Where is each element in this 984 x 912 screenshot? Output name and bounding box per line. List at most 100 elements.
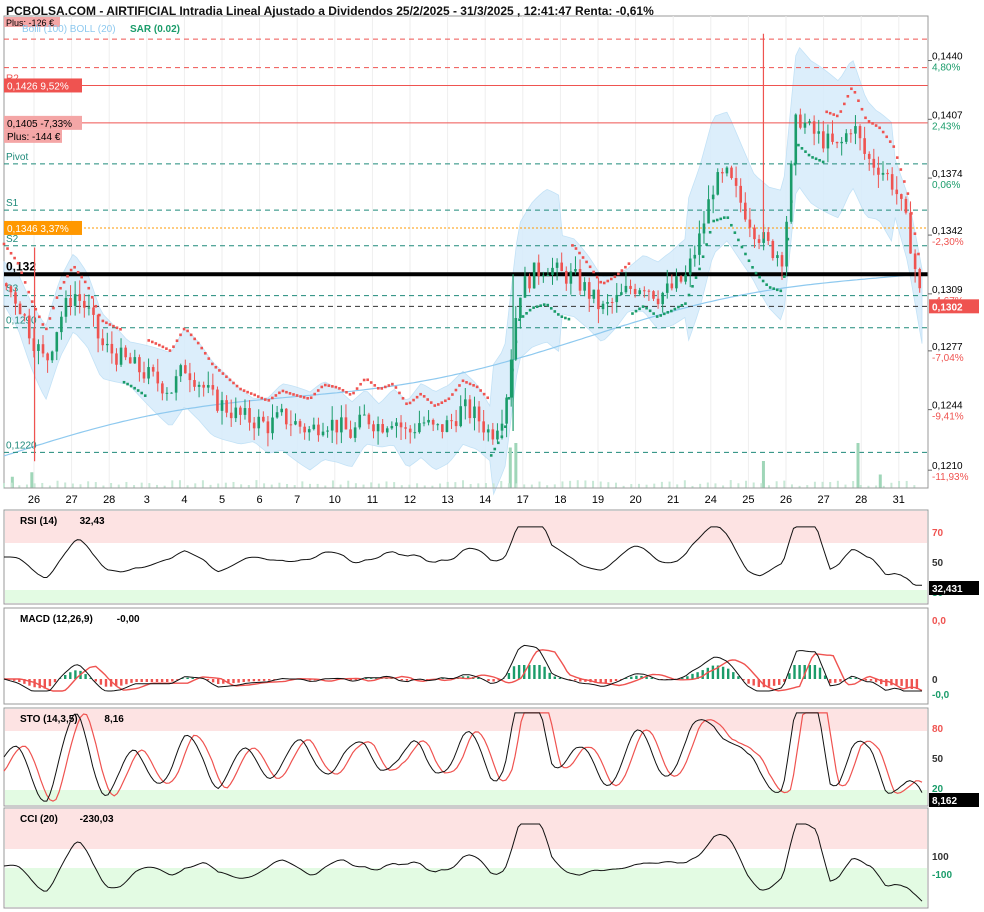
sar-dot — [620, 269, 624, 272]
volume-bar — [592, 480, 595, 488]
cci-level-label: 100 — [932, 852, 949, 863]
price-tick-label: 0,1407 — [932, 110, 963, 121]
sar-dot — [553, 310, 557, 313]
macd-histogram-bar — [818, 667, 822, 679]
sar-dot — [588, 265, 592, 269]
sar-dot — [772, 287, 776, 291]
sar-dot — [744, 252, 747, 256]
macd-histogram-bar — [171, 679, 174, 682]
volume-bar — [584, 480, 587, 488]
sar-dot — [203, 351, 207, 355]
macd-histogram-bar — [64, 675, 67, 679]
level-label-Pivot: Pivot — [6, 152, 28, 163]
candle-body — [519, 297, 522, 319]
volume-bar — [836, 480, 839, 488]
candle-body — [803, 122, 807, 128]
candle-body — [197, 384, 201, 387]
candle-body — [844, 133, 848, 142]
macd-histogram-bar — [125, 679, 128, 685]
candle-body — [312, 424, 316, 430]
sar-dot — [659, 314, 663, 317]
sar-dot — [715, 218, 719, 222]
candle-body — [73, 294, 77, 306]
sar-dot — [129, 384, 133, 388]
candle-body — [551, 267, 554, 276]
volume-bar — [217, 483, 220, 488]
sar-dot — [172, 345, 175, 349]
sar-dot — [687, 293, 691, 297]
sar-dot — [475, 385, 479, 389]
volume-bar — [507, 483, 510, 488]
volume-bar — [125, 481, 128, 488]
macd-histogram-bar — [732, 672, 735, 679]
macd-histogram-bar — [538, 665, 541, 679]
sar-dot — [218, 369, 221, 372]
chart-title: PCBOLSA.COM - AIRTIFICIAL Intradia Linea… — [6, 4, 654, 18]
sar-dot — [719, 217, 723, 221]
candle-body — [275, 412, 279, 418]
volume-bar — [240, 484, 243, 488]
volume-bar — [615, 482, 617, 488]
candle-body — [266, 421, 270, 434]
sto-oversold-zone — [5, 790, 927, 805]
sar-dot — [87, 286, 91, 290]
sar-dot — [426, 398, 429, 401]
candle-body — [151, 367, 155, 372]
sar-dot — [207, 357, 211, 360]
x-tick-label: 26 — [28, 494, 40, 506]
sar-dot — [549, 307, 553, 310]
candle-body — [477, 406, 481, 422]
candle-body — [753, 227, 756, 240]
candle-body — [904, 198, 908, 213]
candle-body — [284, 408, 288, 425]
sar-dot — [465, 381, 468, 384]
price-tick-label: 0,1342 — [932, 226, 963, 237]
volume-bar — [760, 483, 763, 488]
sar-dot — [751, 266, 754, 269]
candle-body — [766, 232, 770, 241]
volume-bar — [3, 483, 5, 488]
candle-body — [193, 380, 196, 387]
macd-histogram-bar — [553, 676, 556, 679]
candle-body — [913, 253, 917, 270]
candle-body — [670, 283, 674, 289]
sar-dot — [758, 275, 761, 279]
sar-dot — [458, 384, 461, 387]
sar-dot — [274, 394, 278, 397]
volume-bar — [821, 481, 824, 488]
sar-dot — [376, 386, 380, 390]
volume-bar — [25, 484, 28, 488]
sar-dot — [708, 230, 712, 234]
sar-dot — [783, 275, 786, 278]
sar-dot — [761, 279, 765, 283]
macd-histogram-bar — [150, 679, 154, 682]
sar-dot — [387, 384, 391, 387]
sar-dot — [433, 404, 437, 407]
macd-histogram-bar — [53, 679, 57, 683]
price-tick-label: 0,1374 — [932, 169, 963, 180]
sar-dot — [747, 259, 751, 263]
volume-bar — [844, 484, 847, 488]
candle-body — [156, 371, 160, 384]
sar-dot — [405, 402, 408, 406]
candle-body — [867, 153, 871, 159]
rsi-current-text: 32,431 — [932, 584, 963, 595]
sar-dot — [115, 326, 119, 330]
sar-dot — [246, 390, 249, 394]
sar-dot — [34, 307, 38, 311]
candle-body — [675, 276, 678, 289]
sar-dot — [581, 256, 585, 259]
sar-dot — [221, 372, 225, 375]
candle-body — [404, 427, 407, 429]
candle-body — [661, 292, 664, 305]
sar-dot — [168, 349, 172, 352]
volume-bar — [278, 482, 281, 488]
macd-histogram-bar — [752, 679, 755, 686]
sar-dot — [436, 403, 440, 406]
x-tick-label: 21 — [667, 494, 679, 506]
candle-body — [716, 172, 720, 195]
sar-dot — [486, 396, 490, 400]
level-label-low: 0,1290 — [6, 316, 37, 327]
sar-dot — [917, 252, 920, 256]
sar-dot — [910, 212, 913, 215]
